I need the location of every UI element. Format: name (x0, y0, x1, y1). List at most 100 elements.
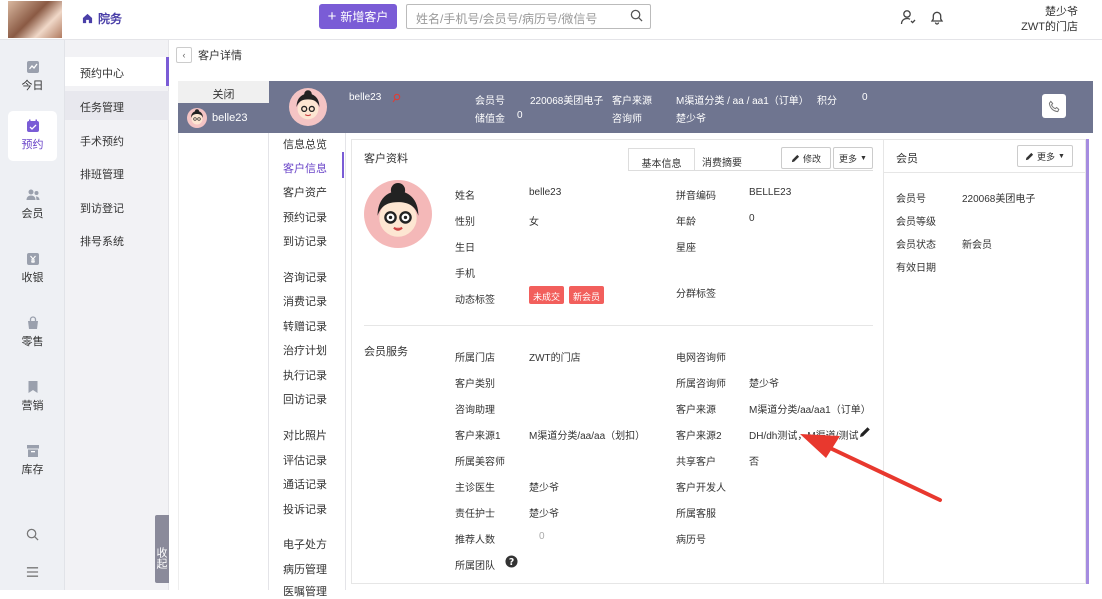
field-value: 楚少爷 (749, 379, 779, 390)
user-profile-icon[interactable] (900, 9, 916, 25)
customer-header-band: belle23 会员号 220068美团电子 客户来源 M渠道分类 / aa /… (269, 81, 1093, 133)
field-label: 所属门店 (455, 353, 495, 364)
nav-item[interactable]: 转赠记录 (283, 318, 327, 334)
field-label: 性别 (455, 217, 475, 228)
help-icon[interactable]: ? (505, 555, 518, 568)
rail-item-members[interactable]: 会员 (0, 182, 65, 228)
current-store-name[interactable]: ZWT的门店 (1021, 18, 1078, 34)
tabs-underline (628, 170, 873, 171)
add-customer-button[interactable]: + 新增客户 (319, 4, 397, 29)
submenu-item[interactable]: 排号系统 (65, 225, 169, 254)
nav-item[interactable]: 回访记录 (283, 391, 327, 407)
consultant-label: 咨询师 (612, 114, 642, 125)
rail-label: 收银 (21, 272, 44, 284)
tab-spend-summary[interactable]: 消费摘要 (702, 154, 742, 169)
member-more-dropdown[interactable]: 更多 ▼ (1017, 145, 1073, 167)
bell-icon[interactable] (929, 9, 945, 25)
patient-tab-label: belle23 (212, 112, 248, 124)
field-label: 责任护士 (455, 509, 495, 520)
rail-item-cashier[interactable]: 收银 (0, 246, 65, 292)
field-label: 会员号 (896, 194, 926, 205)
sub-menu: 预约中心 任务管理 手术预约 排班管理 到访登记 排号系统 (65, 40, 169, 590)
back-button[interactable]: ‹ (176, 47, 192, 63)
nav-item[interactable]: 客户信息 (283, 160, 327, 176)
rail-item-appointment[interactable]: 预约 (8, 111, 57, 161)
search-icon[interactable] (630, 9, 643, 22)
close-tabs-button[interactable]: 关闭 (178, 81, 269, 103)
submenu-item[interactable]: 到访登记 (65, 192, 169, 221)
submenu-item[interactable]: 排班管理 (65, 158, 169, 187)
call-button[interactable] (1042, 94, 1066, 118)
rail-item-marketing[interactable]: 营销 (0, 374, 65, 420)
member-no-label: 会员号 (475, 96, 505, 107)
nav-item[interactable]: 客户资产 (283, 184, 327, 200)
scrollbar[interactable] (1086, 139, 1089, 584)
main-nav-rail: 今日 预约 会员 收银 零售 营销 库存 (0, 40, 65, 590)
nav-item[interactable]: 评估记录 (283, 452, 327, 468)
balance-label: 储值金 (475, 114, 505, 125)
rail-label: 库存 (21, 464, 44, 476)
nav-item[interactable]: 执行记录 (283, 367, 327, 383)
bag-icon (27, 316, 38, 329)
edit-button[interactable]: 修改 (781, 147, 831, 169)
search-icon[interactable] (26, 528, 39, 541)
customer-name: belle23 (349, 92, 382, 103)
field-value: 否 (749, 457, 759, 468)
nav-item[interactable]: 咨询记录 (283, 269, 327, 285)
source-value: M渠道分类 / aa / aa1（订单） (676, 96, 809, 107)
field-label: 姓名 (455, 191, 475, 202)
nav-item[interactable]: 投诉记录 (283, 501, 327, 517)
current-user-name[interactable]: 楚少爷 (1045, 3, 1078, 19)
breadcrumb-title: 客户详情 (198, 50, 242, 62)
rail-label: 营销 (21, 400, 44, 412)
consultant-value: 楚少爷 (676, 114, 706, 125)
breadcrumb: ‹ 客户详情 (176, 47, 242, 63)
nav-item[interactable]: 治疗计划 (283, 342, 327, 358)
edit-pencil-icon[interactable] (859, 426, 871, 438)
svg-text:?: ? (509, 557, 514, 568)
menu-icon[interactable] (26, 566, 39, 578)
field-label: 客户类别 (455, 379, 495, 390)
more-label: 更多 (1037, 151, 1056, 162)
submenu-item[interactable]: 任务管理 (65, 91, 169, 120)
submenu-item[interactable]: 预约中心 (65, 57, 169, 86)
nav-item[interactable]: 通话记录 (283, 476, 327, 492)
field-label: 客户来源2 (676, 431, 722, 442)
tab-basic-info[interactable]: 基本信息 (628, 148, 695, 171)
nav-item[interactable]: 对比照片 (283, 427, 327, 443)
nav-item[interactable]: 病历管理 (283, 561, 327, 577)
rail-item-retail[interactable]: 零售 (0, 310, 65, 356)
customer-avatar (364, 180, 432, 248)
rail-item-today[interactable]: 今日 (0, 54, 65, 100)
member-no-value: 220068美团电子 (530, 96, 604, 107)
member-panel-divider (884, 172, 1086, 173)
rail-label: 会员 (21, 208, 44, 220)
field-label: 病历号 (676, 535, 706, 546)
member-panel-title: 会员 (896, 153, 918, 165)
more-dropdown[interactable]: 更多 ▼ (833, 147, 873, 169)
nav-item[interactable]: 医嘱管理 (283, 583, 327, 599)
nav-item[interactable]: 信息总览 (283, 136, 327, 152)
collapse-sidebar-button[interactable]: 收起 (155, 515, 169, 583)
rail-item-inventory[interactable]: 库存 (0, 438, 65, 484)
home-icon (82, 13, 93, 24)
nav-item[interactable]: 预约记录 (283, 209, 327, 225)
nav-active-indicator (342, 152, 344, 178)
caret-down-icon: ▼ (1058, 152, 1065, 160)
nav-item[interactable]: 到访记录 (283, 233, 327, 249)
avatar (187, 108, 207, 128)
field-label: 客户来源 (676, 405, 716, 416)
nav-item[interactable]: 消费记录 (283, 293, 327, 309)
plus-icon: + (327, 8, 337, 25)
search-input[interactable]: 姓名/手机号/会员号/病历号/微信号 (406, 4, 651, 29)
service-section-title: 会员服务 (364, 346, 408, 358)
nav-item[interactable]: 电子处方 (283, 536, 327, 552)
field-label: 拼音编码 (676, 191, 716, 202)
field-label: 所属美容师 (455, 457, 505, 468)
module-title[interactable]: 院务 (82, 10, 122, 27)
rail-label: 今日 (21, 80, 44, 92)
pin-icon[interactable] (392, 93, 402, 103)
field-label: 推荐人数 (455, 535, 495, 546)
submenu-item[interactable]: 手术预约 (65, 125, 169, 154)
patient-tab[interactable]: belle23 (178, 103, 269, 133)
